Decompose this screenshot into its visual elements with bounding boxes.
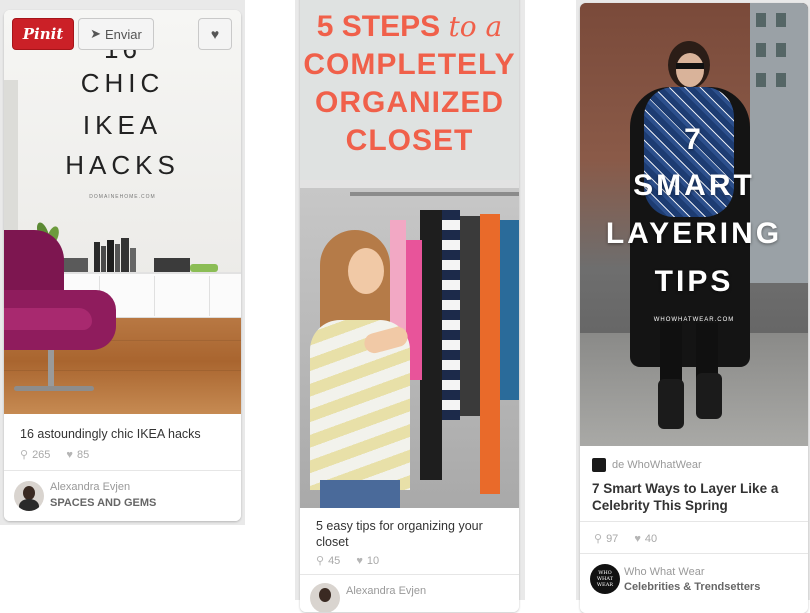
pinner-name[interactable]: Alexandra Evjen — [50, 481, 130, 493]
image-title-number: 7 — [684, 123, 704, 156]
magenta-chair — [4, 230, 124, 410]
image-title-line4: HACKS — [65, 150, 180, 180]
source-name: de WhoWhatWear — [612, 459, 702, 471]
pin-attribution[interactable]: Alexandra Evjen SPACES AND GEMS — [4, 471, 241, 521]
pin-stats: ⚲ 97 ♥ 40 — [594, 532, 658, 546]
repin-icon: ⚲ — [316, 555, 325, 567]
pin-stats: ⚲ 45 ♥ 10 — [316, 554, 380, 568]
send-button[interactable]: ➤ Enviar — [78, 18, 154, 50]
avatar[interactable] — [310, 583, 340, 612]
pin-description: 5 easy tips for organizing your closet — [316, 519, 483, 549]
pin-description: 16 astoundingly chic IKEA hacks — [20, 427, 201, 441]
card-divider — [580, 521, 808, 522]
heart-icon: ♥ — [66, 448, 73, 461]
image-title-line2: COMPLETELY — [303, 48, 516, 81]
avatar-text: WHO WHAT WEAR — [596, 570, 614, 588]
pin-image-organized-closet[interactable]: 5 STEPS to a COMPLETELY ORGANIZED CLOSET — [300, 0, 519, 508]
image-title-line3: LAYERING — [605, 217, 783, 250]
repin-icon: ⚲ — [20, 449, 29, 461]
like-button[interactable]: ♥ — [198, 18, 232, 50]
pin-image-smart-layering[interactable]: 7 SMART LAYERING TIPS WHOWHATWEAR.COM — [580, 3, 808, 446]
pinner-name[interactable]: Who What Wear — [624, 566, 705, 578]
pin-image-ikea-hacks[interactable]: 16 CHIC IKEA HACKS DOMAINEHOME.COM — [4, 10, 241, 414]
heart-icon: ♥ — [634, 532, 641, 545]
repin-icon: ⚲ — [594, 533, 603, 545]
image-title-line4: CLOSET — [345, 124, 474, 157]
send-button-label: Enviar — [105, 26, 142, 42]
pin-source[interactable]: de WhoWhatWear — [592, 458, 702, 472]
pin-card-ikea-hacks[interactable]: 16 CHIC IKEA HACKS DOMAINEHOME.COM — [4, 10, 241, 521]
repin-count: 97 — [606, 532, 619, 545]
pin-title[interactable]: 7 Smart Ways to Layer Like a Celebrity T… — [592, 480, 794, 514]
pin-it-button[interactable]: Pinit — [12, 18, 74, 50]
pinner-name[interactable]: Alexandra Evjen — [346, 585, 426, 597]
image-credit: WHOWHATWEAR.COM — [653, 317, 735, 323]
heart-icon: ♥ — [356, 554, 363, 567]
image-title-line3: ORGANIZED — [315, 86, 504, 119]
repin-count: 45 — [328, 554, 341, 567]
board-name[interactable]: SPACES AND GEMS — [50, 497, 156, 509]
closet-photo — [300, 180, 519, 508]
image-title-line2: SMART — [633, 169, 755, 202]
like-count: 10 — [366, 554, 380, 567]
heart-icon: ♥ — [210, 26, 220, 42]
pin-attribution[interactable]: WHO WHAT WEAR Who What Wear Celebrities … — [580, 554, 808, 613]
repin-count: 265 — [32, 448, 51, 461]
like-count: 40 — [644, 532, 658, 545]
pin-attribution[interactable]: Alexandra Evjen — [300, 575, 519, 612]
avatar[interactable] — [14, 481, 44, 511]
image-title-line4: TIPS — [654, 265, 734, 298]
image-title-line2: CHIC — [80, 68, 165, 98]
source-logo-icon — [592, 458, 606, 472]
avatar[interactable]: WHO WHAT WEAR — [590, 564, 620, 594]
pin-card-organized-closet[interactable]: 5 STEPS to a COMPLETELY ORGANIZED CLOSET… — [300, 0, 519, 612]
image-title-line3: IKEA — [82, 110, 163, 140]
pin-card-smart-layering[interactable]: 7 SMART LAYERING TIPS WHOWHATWEAR.COM de… — [580, 3, 808, 613]
image-credit: DOMAINEHOME.COM — [89, 194, 156, 200]
board-name[interactable]: Celebrities & Trendsetters — [624, 581, 760, 593]
image-title-line1: 5 STEPS to a — [316, 10, 503, 43]
like-count: 85 — [76, 448, 90, 461]
send-icon: ➤ — [90, 26, 102, 41]
pin-stats: ⚲ 265 ♥ 85 — [20, 448, 90, 462]
